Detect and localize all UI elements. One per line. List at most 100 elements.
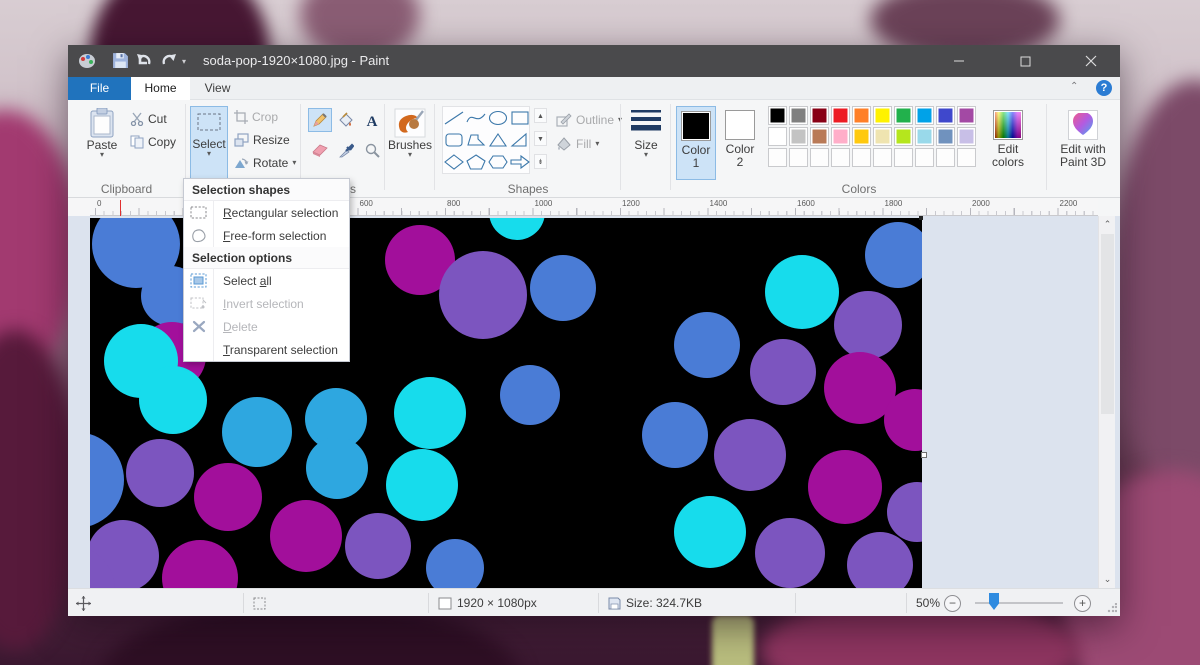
scrollbar-thumb[interactable] — [1101, 234, 1114, 414]
status-bar: 1920 × 1080px Size: 324.7KB 50% − + — [68, 588, 1120, 616]
fill-caret-icon: ▾ — [595, 141, 599, 147]
palette-swatch[interactable] — [810, 106, 829, 125]
palette-empty-cell[interactable] — [831, 148, 850, 167]
oval-shape-button[interactable] — [487, 107, 509, 129]
canvas-resize-handle[interactable] — [921, 452, 927, 458]
vertical-scrollbar[interactable]: ⌃ ⌄ — [1098, 216, 1115, 588]
window-resize-grip[interactable] — [1107, 603, 1117, 613]
resize-button[interactable]: Resize — [234, 129, 290, 151]
palette-empty-cell[interactable] — [957, 148, 976, 167]
palette-swatch[interactable] — [810, 127, 829, 146]
palette-swatch[interactable] — [894, 106, 913, 125]
palette-swatch[interactable] — [789, 127, 808, 146]
palette-swatch[interactable] — [873, 106, 892, 125]
close-button[interactable] — [1068, 45, 1114, 77]
hexagon-shape-button[interactable] — [487, 151, 509, 173]
arrow-right-shape-button[interactable] — [509, 151, 531, 173]
line-shape-button[interactable] — [443, 107, 465, 129]
fill-tool-button[interactable] — [334, 108, 358, 132]
paste-button[interactable]: Paste ▾ — [80, 106, 124, 158]
right-triangle-shape-button[interactable] — [509, 129, 531, 151]
collapse-ribbon-icon[interactable]: ⌃ — [1070, 81, 1078, 92]
pentagon-shape-button[interactable] — [465, 151, 487, 173]
outline-icon — [556, 113, 572, 127]
crop-button[interactable]: Crop — [234, 106, 278, 128]
magnifier-tool-button[interactable] — [360, 138, 384, 162]
palette-swatch[interactable] — [936, 127, 955, 146]
palette-swatch[interactable] — [831, 106, 850, 125]
fill-button[interactable]: Fill ▾ — [556, 133, 599, 155]
brushes-button[interactable]: Brushes ▾ — [387, 106, 433, 158]
palette-empty-cell[interactable] — [915, 148, 934, 167]
outline-button[interactable]: Outline ▾ — [556, 109, 622, 131]
palette-swatch[interactable] — [789, 106, 808, 125]
palette-swatch[interactable] — [873, 127, 892, 146]
text-tool-button[interactable]: A — [360, 108, 384, 132]
help-question-icon[interactable]: ? — [1096, 80, 1112, 96]
rectangle-shape-button[interactable] — [509, 107, 531, 129]
tab-file[interactable]: File — [68, 77, 131, 100]
tab-view[interactable]: View — [190, 77, 245, 100]
scroll-down-icon[interactable]: ⌄ — [1099, 571, 1116, 588]
triangle-shape-button[interactable] — [487, 129, 509, 151]
menu-item-rectangular-selection[interactable]: Rectangular selection — [184, 201, 349, 224]
palette-empty-cell[interactable] — [936, 148, 955, 167]
brushes-icon — [394, 108, 426, 138]
palette-empty-cell[interactable] — [894, 148, 913, 167]
pencil-tool-button[interactable] — [308, 108, 332, 132]
palette-swatch[interactable] — [852, 127, 871, 146]
diamond-shape-button[interactable] — [443, 151, 465, 173]
copy-button[interactable]: Copy — [130, 131, 176, 153]
palette-swatch[interactable] — [915, 106, 934, 125]
shapes-scroll-up[interactable]: ▲ — [534, 108, 547, 123]
zoom-out-button[interactable]: − — [944, 589, 961, 617]
tab-home[interactable]: Home — [131, 77, 190, 100]
palette-empty-cell[interactable] — [768, 148, 787, 167]
palette-empty-cell[interactable] — [789, 148, 808, 167]
palette-swatch[interactable] — [768, 127, 787, 146]
curve-shape-button[interactable] — [465, 107, 487, 129]
color1-button[interactable]: Color 1 — [676, 106, 716, 180]
rotate-button[interactable]: Rotate ▾ — [234, 152, 296, 174]
canvas-size-indicator: 1920 × 1080px — [438, 589, 537, 617]
save-button[interactable] — [112, 52, 130, 70]
zoom-slider-track[interactable] — [975, 602, 1063, 604]
color-picker-tool-button[interactable] — [334, 138, 358, 162]
palette-empty-cell[interactable] — [873, 148, 892, 167]
menu-item-free-form-selection[interactable]: Free-form selection — [184, 224, 349, 247]
zoom-slider-thumb[interactable] — [989, 593, 999, 610]
palette-swatch[interactable] — [957, 127, 976, 146]
palette-empty-cell[interactable] — [810, 148, 829, 167]
bokeh-circle-purple — [126, 439, 194, 507]
shapes-scroll-down[interactable]: ▼ — [534, 131, 547, 146]
palette-swatch[interactable] — [831, 127, 850, 146]
select-button[interactable]: Select ▾ — [190, 106, 228, 180]
scroll-up-icon[interactable]: ⌃ — [1099, 216, 1116, 233]
color2-button[interactable]: Color 2 — [720, 106, 760, 180]
zoom-in-button[interactable]: + — [1074, 589, 1091, 617]
maximize-button[interactable] — [1002, 45, 1048, 77]
menu-item-select-all[interactable]: Select all — [184, 269, 349, 292]
canvas-corner-handle[interactable] — [919, 216, 923, 220]
redo-button[interactable] — [160, 52, 178, 70]
palette-swatch[interactable] — [936, 106, 955, 125]
palette-swatch[interactable] — [852, 106, 871, 125]
edit-with-paint3d-button[interactable]: Edit with Paint 3D — [1052, 106, 1114, 180]
file-size-icon — [608, 597, 621, 610]
palette-swatch[interactable] — [915, 127, 934, 146]
palette-empty-cell[interactable] — [852, 148, 871, 167]
eraser-tool-button[interactable] — [308, 138, 332, 162]
palette-swatch[interactable] — [894, 127, 913, 146]
size-button[interactable]: Size ▾ — [624, 106, 668, 158]
rounded-rect-shape-button[interactable] — [443, 129, 465, 151]
cut-button[interactable]: Cut — [130, 108, 167, 130]
edit-colors-button[interactable]: Edit colors — [984, 106, 1032, 180]
shapes-scroll-more[interactable]: ⇟ — [534, 154, 547, 169]
undo-button[interactable] — [136, 52, 154, 70]
minimize-button[interactable] — [936, 45, 982, 77]
menu-item-transparent-selection[interactable]: Transparent selection — [184, 338, 349, 361]
qat-dropdown-icon[interactable]: ▾ — [182, 57, 200, 75]
palette-swatch[interactable] — [957, 106, 976, 125]
polygon-shape-button[interactable] — [465, 129, 487, 151]
palette-swatch[interactable] — [768, 106, 787, 125]
